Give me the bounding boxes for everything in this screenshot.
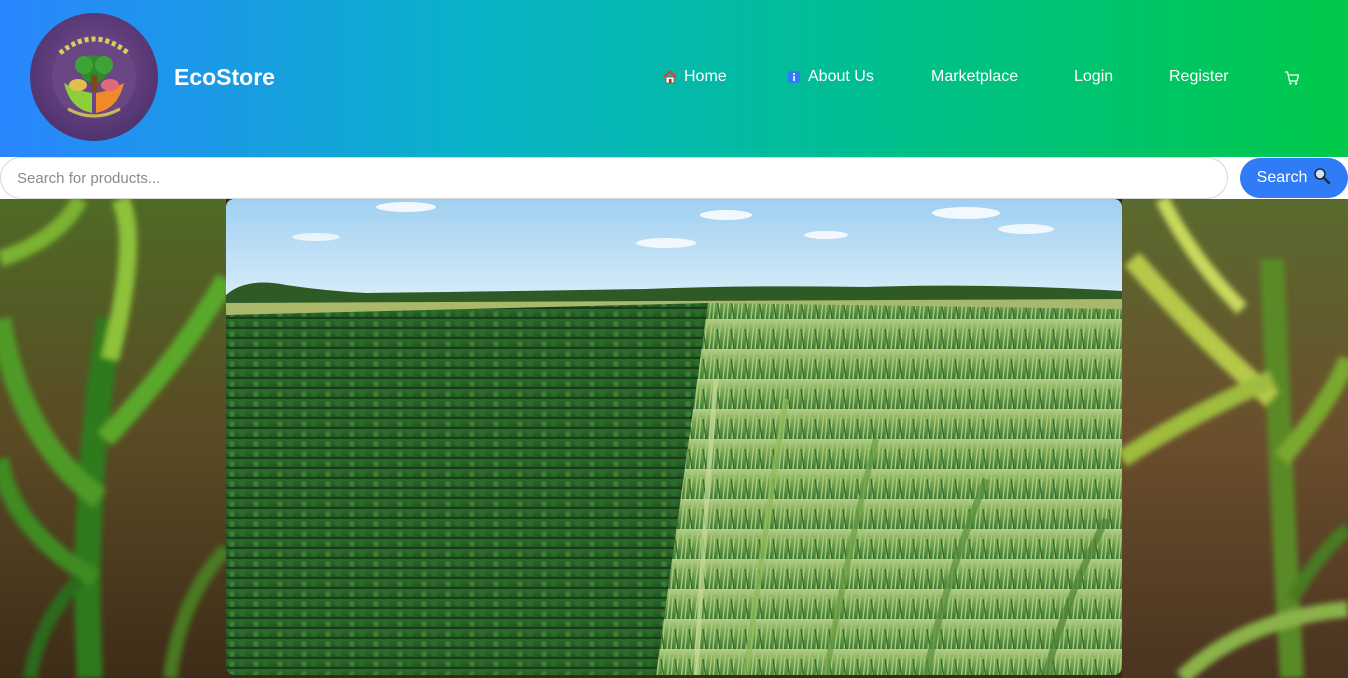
search-button-label: Search [1256, 169, 1308, 186]
nav-about-label: About Us [808, 68, 874, 85]
magnifier-icon [1313, 167, 1331, 190]
nav-home[interactable]: Home [662, 66, 727, 88]
nav-about-us[interactable]: About Us [786, 66, 874, 88]
search-bar: Search [0, 157, 1348, 199]
corn-seedling-image [0, 199, 226, 678]
search-button[interactable]: Search [1240, 158, 1348, 198]
corn-seedling-image-right [1122, 199, 1348, 678]
search-input[interactable] [0, 157, 1228, 199]
hero-carousel [0, 199, 1348, 678]
cart-icon [1284, 70, 1300, 86]
nav-marketplace[interactable]: Marketplace [931, 66, 1018, 88]
home-icon [662, 69, 678, 85]
nav-marketplace-label: Marketplace [931, 68, 1019, 85]
main-nav: Home About Us Marketplace Login Register [0, 66, 1348, 88]
nav-register[interactable]: Register [1169, 66, 1229, 88]
cart-button[interactable] [1284, 67, 1300, 89]
nav-home-label: Home [684, 68, 727, 85]
nav-login[interactable]: Login [1074, 66, 1113, 88]
farm-field-image [226, 199, 1122, 675]
info-icon [786, 69, 802, 85]
nav-register-label: Register [1169, 68, 1229, 85]
nav-login-label: Login [1074, 68, 1114, 85]
site-header: EcoStore Home About Us Marketplace Login… [0, 0, 1348, 157]
